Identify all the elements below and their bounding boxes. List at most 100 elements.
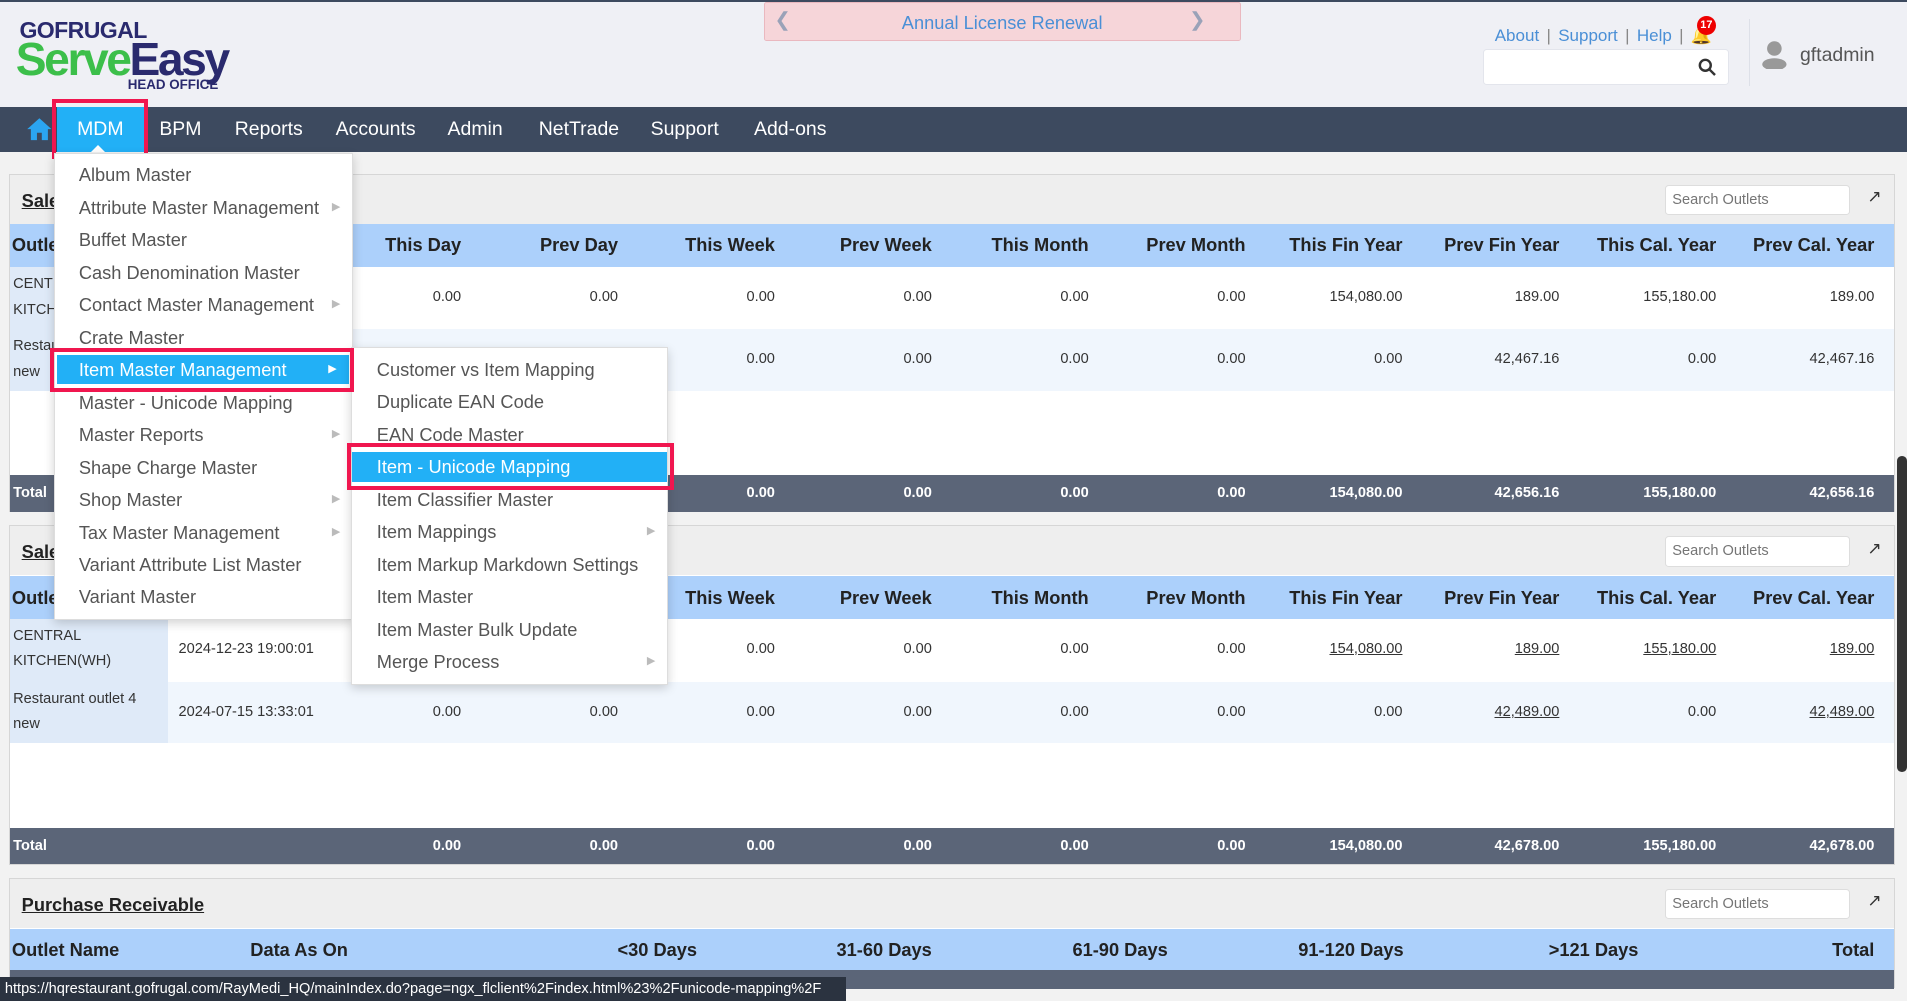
scrollbar[interactable] (1897, 456, 1907, 773)
menu-item[interactable]: Variant Attribute List Master (55, 550, 353, 579)
submenu-item[interactable]: Customer vs Item Mapping (352, 355, 667, 384)
table-cell: 0.00 (903, 351, 932, 368)
column-header[interactable]: This Cal. Year (1597, 587, 1716, 609)
menu-item[interactable]: Shop Master ▶ (55, 485, 353, 514)
support-link[interactable]: Support (1558, 26, 1618, 45)
column-header[interactable]: This Week (685, 234, 775, 256)
submenu-item[interactable]: Duplicate EAN Code (352, 387, 667, 416)
column-header[interactable]: Data As On (250, 939, 348, 961)
about-link[interactable]: About (1495, 26, 1539, 45)
search-outlets-input[interactable] (1665, 888, 1851, 920)
menu-item-label: Album Master (78, 164, 192, 186)
column-header[interactable]: <30 Days (617, 939, 697, 961)
menu-item[interactable]: Master - Unicode Mapping (55, 388, 353, 417)
column-header[interactable]: Prev Week (840, 587, 932, 609)
total-cell: 0.00 (1060, 485, 1089, 502)
nav-addons[interactable]: Add-ons (754, 107, 826, 152)
menu-item-label: Master Reports (78, 424, 204, 446)
external-link-icon[interactable]: ↗ (1867, 187, 1881, 207)
column-header[interactable]: >121 Days (1549, 939, 1639, 961)
table-cell[interactable]: 154,080.00 (1330, 641, 1403, 657)
submenu-item[interactable]: Item Master Bulk Update (352, 615, 667, 644)
table-cell: 0.00 (1217, 351, 1246, 368)
nav-accounts[interactable]: Accounts (336, 107, 416, 152)
column-header[interactable]: Total (1832, 939, 1874, 961)
nav-support[interactable]: Support (651, 107, 719, 152)
column-header[interactable]: Prev Month (1146, 234, 1245, 256)
column-header[interactable]: This Cal. Year (1597, 234, 1716, 256)
global-search-input[interactable] (1482, 48, 1730, 86)
menu-item[interactable]: Buffet Master (55, 225, 353, 254)
menu-item[interactable]: Album Master (55, 160, 353, 189)
menu-item[interactable]: Tax Master Management ▶ (55, 518, 353, 547)
menu-item[interactable]: Contact Master Management ▶ (55, 290, 353, 319)
menu-item[interactable]: Master Reports ▶ (55, 420, 353, 449)
column-header[interactable]: Outlet Name (12, 939, 119, 961)
logo-subtitle: HEAD OFFICE (127, 77, 219, 93)
table-cell[interactable]: 189.00 (1830, 641, 1875, 657)
license-banner[interactable]: ❮ Annual License Renewal ❯ (763, 2, 1241, 42)
banner-text[interactable]: Annual License Renewal (765, 12, 1240, 34)
highlight-box (346, 442, 674, 491)
chevron-right-icon: ▶ (331, 298, 341, 311)
submenu-item-label: Item Master Bulk Update (376, 618, 578, 640)
menu-item-label: Shop Master (78, 489, 183, 511)
table-cell: 0.00 (432, 703, 462, 720)
column-header[interactable]: Prev Cal. Year (1753, 587, 1874, 609)
menu-item[interactable]: Shape Charge Master (55, 453, 353, 482)
table-cell[interactable]: 42,489.00 (1495, 704, 1560, 720)
column-header[interactable]: Prev Fin Year (1444, 234, 1559, 256)
table-cell: 0.00 (903, 640, 932, 657)
menu-item[interactable]: Attribute Master Management ▶ (55, 193, 353, 222)
column-header[interactable]: This Fin Year (1289, 587, 1402, 609)
submenu-item[interactable]: Merge Process ▶ (352, 647, 667, 676)
table-cell: 0.00 (903, 289, 932, 306)
table-cell: 0.00 (1060, 289, 1089, 306)
submenu-item[interactable]: Item Master (352, 582, 667, 611)
table-cell[interactable]: 189.00 (1515, 641, 1560, 657)
chevron-right-icon: ▶ (331, 493, 341, 506)
nav-nettrade[interactable]: NetTrade (539, 107, 619, 152)
column-header[interactable]: Prev Week (840, 234, 932, 256)
search-outlets-input[interactable] (1665, 184, 1851, 216)
table-cell: 0.00 (746, 640, 775, 657)
column-header[interactable]: This Fin Year (1289, 234, 1402, 256)
column-header[interactable]: This Day (385, 234, 461, 256)
column-header[interactable]: Prev Fin Year (1444, 587, 1559, 609)
column-header[interactable]: This Month (991, 587, 1088, 609)
column-header[interactable]: This Week (685, 587, 775, 609)
table-cell: 0.00 (1217, 703, 1246, 720)
column-header[interactable]: 61-90 Days (1072, 939, 1167, 961)
column-header[interactable]: Prev Cal. Year (1753, 234, 1874, 256)
table-cell[interactable]: 155,180.00 (1643, 641, 1716, 657)
home-icon[interactable] (26, 117, 53, 141)
search-icon[interactable] (1698, 58, 1716, 77)
nav-bpm[interactable]: BPM (159, 107, 201, 152)
table-cell: 0.00 (589, 703, 619, 720)
table-cell[interactable]: 42,489.00 (1810, 704, 1875, 720)
column-header[interactable]: 31-60 Days (837, 939, 932, 961)
user-avatar-icon[interactable] (1761, 40, 1788, 70)
submenu-item[interactable]: Item Mappings ▶ (352, 517, 667, 546)
column-header[interactable]: 91-120 Days (1298, 939, 1403, 961)
username[interactable]: gftadmin (1800, 44, 1875, 67)
total-label: Total (13, 837, 47, 854)
data-as-on: 2024-07-15 13:33:01 (178, 703, 314, 720)
help-link[interactable]: Help (1637, 26, 1672, 45)
column-header[interactable]: Prev Day (540, 234, 618, 256)
column-header[interactable]: This Month (991, 234, 1088, 256)
table-cell: 0.00 (746, 289, 775, 306)
panel-title[interactable]: Purchase Receivable (22, 894, 204, 916)
menu-item[interactable]: Variant Master (55, 582, 353, 611)
nav-admin[interactable]: Admin (448, 107, 503, 152)
total-cell: 42,678.00 (1494, 837, 1560, 854)
menu-item[interactable]: Cash Denomination Master (55, 258, 353, 287)
external-link-icon[interactable]: ↗ (1867, 891, 1881, 911)
nav-reports[interactable]: Reports (235, 107, 303, 152)
chevron-right-icon[interactable]: ❯ (1189, 8, 1205, 32)
submenu-item[interactable]: Item Markup Markdown Settings (352, 550, 667, 579)
external-link-icon[interactable]: ↗ (1867, 539, 1881, 559)
table-cell: 0.00 (589, 289, 619, 306)
search-outlets-input[interactable] (1665, 536, 1851, 567)
column-header[interactable]: Prev Month (1146, 587, 1245, 609)
